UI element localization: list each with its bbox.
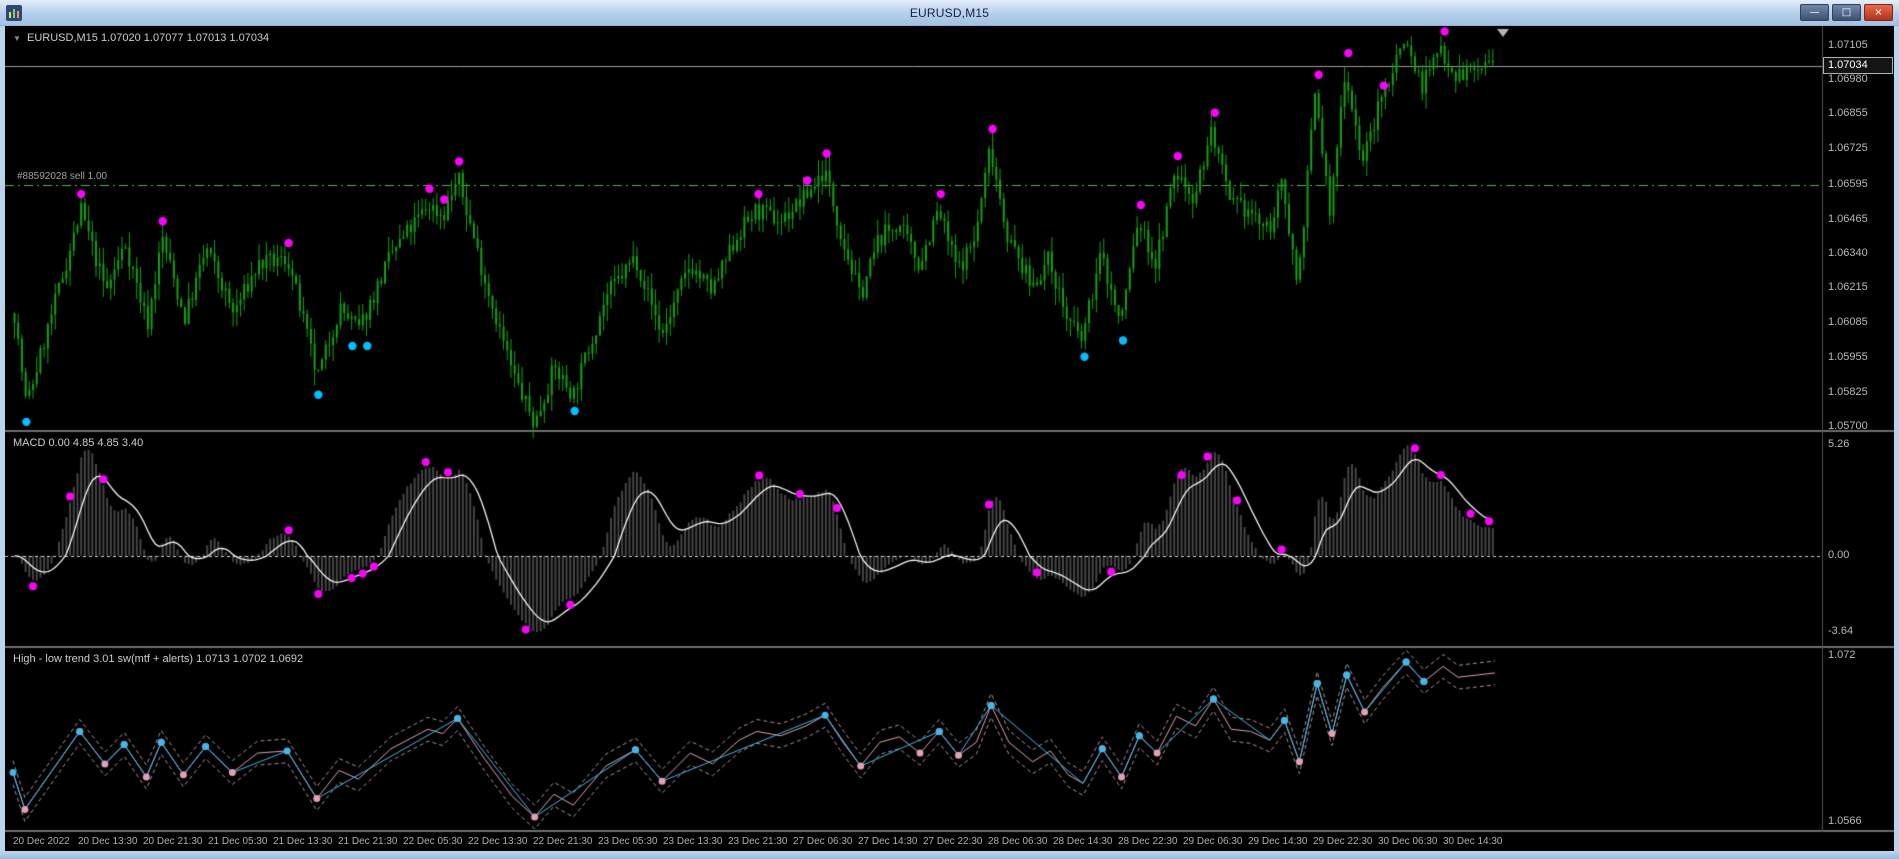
time-label: 22 Dec 13:30 — [468, 836, 528, 847]
order-line-label[interactable]: #88592028 sell 1.00 — [17, 171, 107, 182]
time-label: 21 Dec 13:30 — [273, 836, 333, 847]
time-label: 21 Dec 21:30 — [338, 836, 398, 847]
price-tick: 1.05825 — [1828, 386, 1868, 399]
time-label: 23 Dec 13:30 — [663, 836, 723, 847]
main-chart-label: EURUSD,M15 1.07020 1.07077 1.07013 1.070… — [27, 32, 270, 44]
macd-tick: -3.64 — [1828, 625, 1854, 638]
price-tick: 1.05955 — [1828, 351, 1868, 364]
mt4-window: EURUSD,M15 — □ × ▼ EURUSD,M15 1.07020 1.… — [0, 0, 1899, 859]
time-label: 30 Dec 14:30 — [1443, 836, 1503, 847]
time-label: 22 Dec 21:30 — [533, 836, 593, 847]
window-title: EURUSD,M15 — [909, 6, 990, 20]
chart-area: ▼ EURUSD,M15 1.07020 1.07077 1.07013 1.0… — [5, 26, 1894, 851]
time-label: 28 Dec 14:30 — [1053, 836, 1113, 847]
window-controls: — □ × — [1800, 4, 1893, 21]
time-label: 30 Dec 06:30 — [1378, 836, 1438, 847]
price-tick: 1.06595 — [1828, 177, 1868, 190]
time-label: 28 Dec 06:30 — [988, 836, 1048, 847]
time-label: 29 Dec 14:30 — [1248, 836, 1308, 847]
price-tick: 1.06465 — [1828, 212, 1868, 225]
close-button[interactable]: × — [1864, 4, 1893, 21]
hilo-tick: 1.072 — [1828, 648, 1856, 661]
price-tick: 1.06980 — [1828, 73, 1868, 86]
hilo-tick: 1.0566 — [1828, 815, 1862, 828]
title-bar[interactable]: EURUSD,M15 — □ × — [0, 0, 1899, 26]
time-label: 21 Dec 05:30 — [208, 836, 268, 847]
time-label: 22 Dec 05:30 — [403, 836, 463, 847]
hilo-label: High - low trend 3.01 sw(mtf + alerts) 1… — [13, 653, 304, 665]
time-label: 20 Dec 21:30 — [143, 836, 203, 847]
price-tick: 1.06855 — [1828, 107, 1868, 120]
time-label: 27 Dec 14:30 — [858, 836, 918, 847]
current-price-badge: 1.07034 — [1823, 57, 1893, 75]
time-label: 20 Dec 2022 — [13, 836, 70, 847]
time-label: 23 Dec 21:30 — [728, 836, 788, 847]
window-bottom-border — [0, 851, 1899, 859]
price-tick: 1.06725 — [1828, 142, 1868, 155]
macd-tick: 5.26 — [1828, 438, 1850, 451]
time-label: 20 Dec 13:30 — [78, 836, 138, 847]
time-label: 23 Dec 05:30 — [598, 836, 658, 847]
price-tick: 1.06085 — [1828, 315, 1868, 328]
restore-button[interactable]: □ — [1832, 4, 1861, 21]
time-label: 27 Dec 22:30 — [923, 836, 983, 847]
time-label: 29 Dec 06:30 — [1183, 836, 1243, 847]
macd-label: MACD 0.00 4.85 4.85 3.40 — [13, 437, 144, 449]
chart-menu-icon[interactable]: ▼ — [13, 34, 21, 43]
price-tick: 1.05700 — [1828, 420, 1868, 433]
price-tick: 1.06215 — [1828, 280, 1868, 293]
chart-canvas[interactable] — [5, 26, 1894, 851]
time-label: 28 Dec 22:30 — [1118, 836, 1178, 847]
macd-tick: 0.00 — [1828, 548, 1850, 561]
price-tick: 1.07105 — [1828, 39, 1868, 52]
minimize-button[interactable]: — — [1800, 4, 1829, 21]
price-tick: 1.06340 — [1828, 246, 1868, 259]
time-label: 29 Dec 22:30 — [1313, 836, 1373, 847]
time-label: 27 Dec 06:30 — [793, 836, 853, 847]
